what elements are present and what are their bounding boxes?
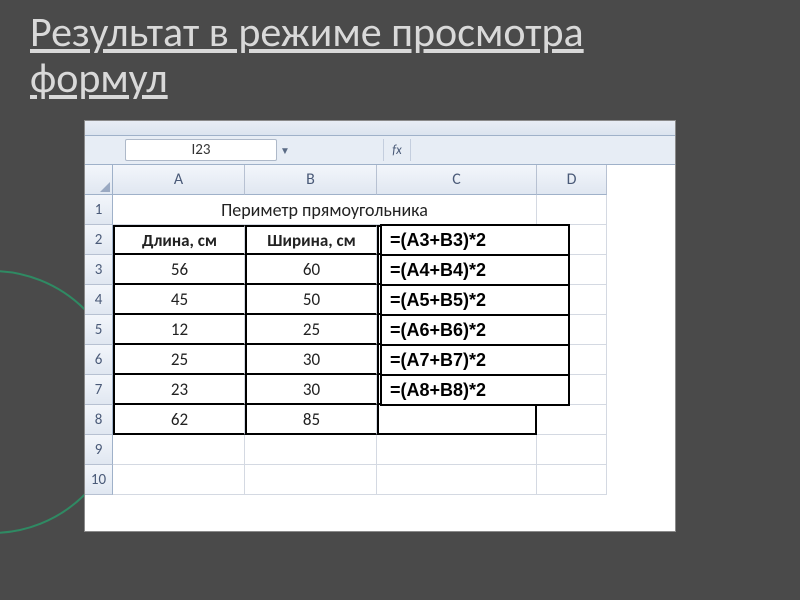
cell-B5[interactable]: 25 — [245, 315, 377, 345]
row-header-3[interactable]: 3 — [85, 255, 113, 285]
row-header-8[interactable]: 8 — [85, 405, 113, 435]
formula-box-3: =(A3+B3)*2 — [380, 224, 570, 256]
cell-A4[interactable]: 45 — [113, 285, 245, 315]
formula-box-7: =(A7+B7)*2 — [380, 344, 570, 376]
formula-box-8: =(A8+B8)*2 — [380, 374, 570, 406]
fx-icon[interactable]: fx — [383, 139, 411, 161]
cell-C8[interactable] — [377, 405, 537, 435]
cell-title[interactable]: Периметр прямоугольника — [113, 195, 537, 225]
ribbon-fragment — [85, 121, 675, 136]
cell-B7[interactable]: 30 — [245, 375, 377, 405]
row-header-10[interactable]: 10 — [85, 465, 113, 495]
cell-B2[interactable]: Ширина, см — [245, 225, 377, 255]
row-header-2[interactable]: 2 — [85, 225, 113, 255]
name-box-value: I23 — [192, 141, 211, 159]
title-line2: формул — [30, 53, 168, 104]
cell-C10[interactable] — [377, 465, 537, 495]
cell-A2[interactable]: Длина, см — [113, 225, 245, 255]
cell-B8[interactable]: 85 — [245, 405, 377, 435]
cell-A10[interactable] — [113, 465, 245, 495]
cell-A5[interactable]: 12 — [113, 315, 245, 345]
formula-box-6: =(A6+B6)*2 — [380, 314, 570, 346]
cell-A6[interactable]: 25 — [113, 345, 245, 375]
formula-box-4: =(A4+B4)*2 — [380, 254, 570, 286]
name-box-dropdown-icon[interactable]: ▼ — [277, 136, 293, 164]
formula-box-5: =(A5+B5)*2 — [380, 284, 570, 316]
cell-B6[interactable]: 30 — [245, 345, 377, 375]
cell-B4[interactable]: 50 — [245, 285, 377, 315]
col-header-A[interactable]: A — [113, 165, 245, 195]
cell-A3[interactable]: 56 — [113, 255, 245, 285]
row-header-4[interactable]: 4 — [85, 285, 113, 315]
cell-B9[interactable] — [245, 435, 377, 465]
cell-A7[interactable]: 23 — [113, 375, 245, 405]
row-header-7[interactable]: 7 — [85, 375, 113, 405]
col-header-B[interactable]: B — [245, 165, 377, 195]
slide-title: Результат в режиме просмотра формул — [30, 10, 780, 102]
cell-A9[interactable] — [113, 435, 245, 465]
row-header-5[interactable]: 5 — [85, 315, 113, 345]
cell-A8[interactable]: 62 — [113, 405, 245, 435]
row-header-1[interactable]: 1 — [85, 195, 113, 225]
cell-B3[interactable]: 60 — [245, 255, 377, 285]
cell-D1[interactable] — [537, 195, 607, 225]
formula-bar-row: I23 ▼ fx — [85, 136, 675, 165]
cell-D9[interactable] — [537, 435, 607, 465]
cell-D10[interactable] — [537, 465, 607, 495]
row-header-9[interactable]: 9 — [85, 435, 113, 465]
col-header-C[interactable]: C — [377, 165, 537, 195]
col-header-D[interactable]: D — [537, 165, 607, 195]
name-box[interactable]: I23 — [125, 139, 277, 161]
select-all-corner[interactable] — [85, 165, 113, 195]
cell-B10[interactable] — [245, 465, 377, 495]
slide: Результат в режиме просмотра формул I23 … — [0, 0, 800, 600]
cell-C9[interactable] — [377, 435, 537, 465]
title-line1: Результат в режиме просмотра — [30, 7, 584, 58]
row-header-6[interactable]: 6 — [85, 345, 113, 375]
formula-bar[interactable]: fx — [293, 136, 675, 164]
cell-D8[interactable] — [537, 405, 607, 435]
